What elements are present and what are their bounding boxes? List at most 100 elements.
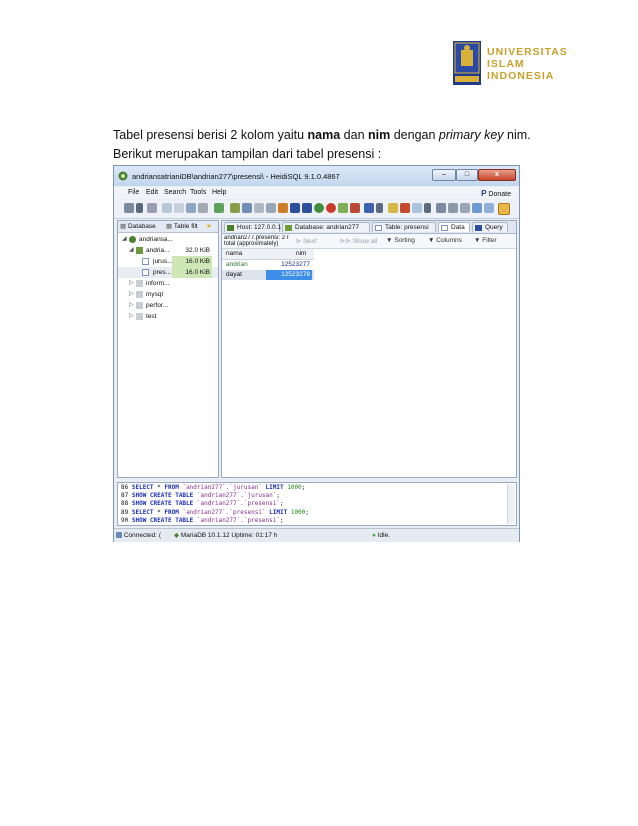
expanded-arrow-icon: ◢ bbox=[129, 247, 134, 253]
session-manager-icon[interactable] bbox=[124, 203, 134, 213]
menu-search[interactable]: Search bbox=[164, 189, 186, 196]
tab-table-filter[interactable]: ▦ Table filt bbox=[166, 222, 198, 230]
columns-button[interactable]: ▼ Columns bbox=[428, 237, 462, 244]
export-icon[interactable] bbox=[242, 203, 252, 213]
menu-edit[interactable]: Edit bbox=[146, 189, 158, 196]
sorting-button[interactable]: ▼ Sorting bbox=[386, 237, 415, 244]
print-icon[interactable] bbox=[198, 203, 208, 213]
tab-query-label: Query bbox=[485, 224, 503, 231]
tab-database[interactable]: Database: andrian277 bbox=[282, 222, 370, 232]
server-version-icon: ◆ bbox=[174, 532, 179, 539]
sql-text: * bbox=[153, 484, 165, 491]
sql-identifier: `andrian277`.`presensi` bbox=[196, 516, 280, 524]
logo-line-1: UNIVERSITAS bbox=[487, 46, 568, 58]
menu-file[interactable]: File bbox=[128, 189, 139, 196]
menu-tools[interactable]: Tools bbox=[190, 189, 206, 196]
sql-log-scrollbar[interactable] bbox=[507, 484, 515, 524]
save-icon[interactable] bbox=[186, 203, 196, 213]
cell-nama[interactable]: andrian bbox=[226, 260, 248, 270]
column-header-nama[interactable]: nama bbox=[226, 249, 242, 259]
cell-nim-selected[interactable]: 12523278 bbox=[266, 270, 312, 280]
help-icon[interactable] bbox=[484, 203, 494, 213]
sql-text: ; bbox=[305, 508, 309, 516]
next-button[interactable]: ⊳ Next bbox=[296, 237, 317, 245]
maintenance-icon[interactable] bbox=[266, 203, 276, 213]
tab-database[interactable]: ▦ Database bbox=[120, 222, 156, 230]
grid-icon[interactable] bbox=[460, 203, 470, 213]
tree-label: perfor... bbox=[146, 302, 169, 309]
tree-item-test[interactable]: ▷ test bbox=[118, 311, 218, 322]
paste-icon[interactable] bbox=[174, 203, 184, 213]
host-icon bbox=[227, 225, 234, 231]
run-query-icon[interactable] bbox=[364, 203, 374, 213]
sql-text: * bbox=[153, 508, 165, 516]
stop-icon[interactable] bbox=[400, 203, 410, 213]
show-all-label: Show all bbox=[352, 238, 378, 245]
insert-record-icon[interactable] bbox=[314, 203, 324, 213]
user-manager-icon[interactable] bbox=[230, 203, 240, 213]
explain-icon[interactable] bbox=[388, 203, 398, 213]
tab-data[interactable]: Data bbox=[438, 222, 470, 232]
tab-query[interactable]: Query bbox=[472, 222, 508, 232]
copy-icon[interactable] bbox=[162, 203, 172, 213]
prev-record-icon[interactable] bbox=[290, 203, 300, 213]
save-sql-icon[interactable] bbox=[436, 203, 446, 213]
sql-log-line: 90 SHOW CREATE TABLE `andrian277`.`prese… bbox=[121, 517, 284, 525]
lock-icon[interactable] bbox=[498, 203, 510, 215]
delete-record-icon[interactable] bbox=[326, 203, 336, 213]
refresh-icon[interactable] bbox=[214, 203, 224, 213]
sql-text: ; bbox=[280, 516, 284, 524]
donate-button[interactable]: P Donate bbox=[481, 189, 511, 198]
format-icon[interactable] bbox=[412, 203, 422, 213]
dropdown-arrow-icon[interactable] bbox=[136, 203, 143, 213]
format-dropdown-icon[interactable] bbox=[424, 203, 431, 213]
sql-keyword: LIMIT bbox=[269, 508, 288, 516]
close-button[interactable]: x bbox=[478, 169, 516, 181]
tab-host-label: Host: 127.0.0.1 bbox=[237, 224, 282, 231]
tree-item-server[interactable]: ◢ andriansa... bbox=[118, 234, 218, 245]
tab-table-label: Table: presensi bbox=[385, 224, 429, 231]
tree-item-information-schema[interactable]: ▷ inform... bbox=[118, 278, 218, 289]
column-header-nim[interactable]: nim bbox=[296, 249, 306, 259]
first-record-icon[interactable] bbox=[278, 203, 288, 213]
favorites-star-icon[interactable]: ★ bbox=[206, 222, 212, 230]
sql-text: ; bbox=[301, 484, 306, 491]
tab-table[interactable]: Table: presensi bbox=[372, 222, 436, 232]
logo-line-3: INDONESIA bbox=[487, 70, 555, 82]
filter-button[interactable]: ▼ Filter bbox=[474, 237, 497, 244]
main-toolbar bbox=[114, 200, 519, 219]
logo-line-2: ISLAM bbox=[487, 58, 525, 70]
post-icon[interactable] bbox=[338, 203, 348, 213]
para-text-2: dan bbox=[340, 128, 369, 142]
description-paragraph: Tabel presensi berisi 2 kolom yaitu nama… bbox=[113, 126, 533, 164]
import-icon[interactable] bbox=[254, 203, 264, 213]
query-play-icon bbox=[475, 225, 482, 231]
disconnect-icon[interactable] bbox=[147, 203, 157, 213]
cell-nama[interactable]: dayat bbox=[222, 270, 266, 280]
tab-host[interactable]: Host: 127.0.0.1 bbox=[224, 222, 282, 232]
table-row[interactable]: dayat 12523278 bbox=[222, 270, 314, 280]
tree-item-mysql[interactable]: ▷ mysql bbox=[118, 289, 218, 300]
tree-size: 16.0 KiB bbox=[172, 256, 212, 267]
maximize-button[interactable]: □ bbox=[456, 169, 478, 181]
tree-item-database[interactable]: ◢ andria... 32.0 KiB bbox=[118, 245, 218, 256]
sql-log-line: 86 SELECT * FROM `andrian277`.`jurusan` … bbox=[121, 484, 305, 492]
menu-help[interactable]: Help bbox=[212, 189, 226, 196]
sql-identifier: `andrian277`.`jurusan` bbox=[196, 492, 277, 500]
university-logo: UNIVERSITAS ISLAM INDONESIA bbox=[452, 40, 572, 88]
expanded-arrow-icon: ◢ bbox=[122, 236, 127, 242]
tree-item-table-jurusan[interactable]: jurus... 16.0 KiB bbox=[118, 256, 218, 267]
cell-nim[interactable]: 12523277 bbox=[266, 260, 310, 270]
tree-item-table-presensi[interactable]: pres... 16.0 KiB bbox=[118, 267, 218, 278]
tree-item-performance-schema[interactable]: ▷ perfor... bbox=[118, 300, 218, 311]
run-dropdown-icon[interactable] bbox=[376, 203, 383, 213]
settings-icon[interactable] bbox=[472, 203, 482, 213]
show-all-button[interactable]: ⊳⊳ Show all bbox=[340, 237, 377, 245]
tree-label: mysql bbox=[146, 291, 163, 298]
table-row[interactable]: andrian 12523277 bbox=[222, 260, 314, 270]
load-sql-icon[interactable] bbox=[448, 203, 458, 213]
cancel-icon[interactable] bbox=[350, 203, 360, 213]
minimize-button[interactable]: – bbox=[432, 169, 456, 181]
database-tree-pane: ▦ Database ▦ Table filt ★ ◢ andriansa...… bbox=[117, 220, 219, 478]
next-record-icon[interactable] bbox=[302, 203, 312, 213]
